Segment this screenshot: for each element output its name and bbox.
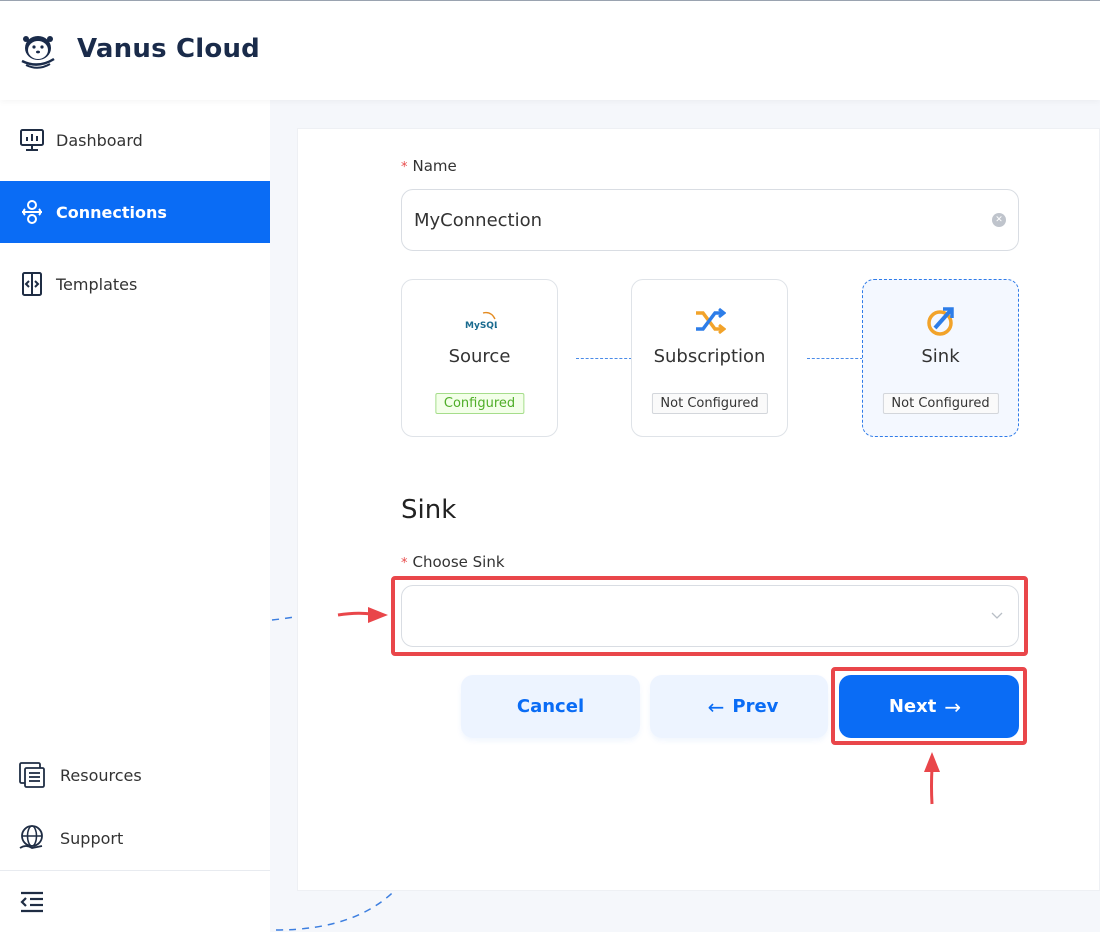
connections-icon xyxy=(18,198,46,226)
arrow-right-icon: → xyxy=(944,694,962,719)
status-badge: Configured xyxy=(434,393,525,414)
arrow-left-icon: ← xyxy=(707,694,725,719)
required-asterisk: * xyxy=(401,556,408,571)
status-badge: Not Configured xyxy=(882,393,999,414)
prev-button[interactable]: ← Prev xyxy=(650,675,828,738)
globe-hand-icon xyxy=(18,824,46,852)
step-card-subscription[interactable]: Subscription Not Configured xyxy=(631,279,788,437)
step-title: Source xyxy=(448,346,511,367)
name-input[interactable] xyxy=(402,190,962,250)
required-asterisk: * xyxy=(401,160,408,175)
sidebar-divider xyxy=(0,870,270,871)
annotation-arrow-right xyxy=(337,607,388,623)
sidebar-item-label: Support xyxy=(60,828,124,848)
choose-sink-select[interactable] xyxy=(401,585,1019,647)
sidebar-item-connections[interactable]: Connections xyxy=(0,181,270,243)
annotation-arrow-up xyxy=(924,752,940,805)
resources-icon xyxy=(18,761,46,789)
sidebar-item-dashboard[interactable]: Dashboard xyxy=(0,109,270,171)
monitor-chart-icon xyxy=(18,126,46,154)
sidebar-item-resources[interactable]: Resources xyxy=(0,744,270,806)
sidebar-item-label: Connections xyxy=(56,202,167,222)
step-card-sink[interactable]: Sink Not Configured xyxy=(862,279,1019,437)
step-title: Subscription xyxy=(653,346,766,367)
cancel-button[interactable]: Cancel xyxy=(461,675,640,738)
code-file-icon xyxy=(18,270,46,298)
sink-icon xyxy=(924,306,958,336)
menu-collapse-icon[interactable] xyxy=(18,888,46,916)
otter-logo[interactable] xyxy=(18,33,58,69)
section-title: Sink xyxy=(401,495,457,525)
sidebar-item-templates[interactable]: Templates xyxy=(0,253,270,315)
sidebar-item-label: Templates xyxy=(56,274,138,294)
name-label: * Name xyxy=(401,157,457,175)
sidebar-item-label: Resources xyxy=(60,765,142,785)
svg-text:MySQL: MySQL xyxy=(465,321,497,331)
step-connector xyxy=(807,358,863,359)
sidebar: Dashboard Connections Templates Resource… xyxy=(0,100,270,932)
name-field[interactable]: ✕ xyxy=(401,189,1019,251)
step-card-source[interactable]: MySQL Source Configured xyxy=(401,279,558,437)
status-badge: Not Configured xyxy=(651,393,768,414)
shuffle-icon xyxy=(693,306,727,336)
mysql-icon: MySQL xyxy=(463,306,497,336)
sidebar-item-support[interactable]: Support xyxy=(0,807,270,869)
next-button[interactable]: Next → xyxy=(839,675,1019,738)
app-header: Vanus Cloud xyxy=(0,0,1100,100)
brand-title: Vanus Cloud xyxy=(77,34,260,64)
step-title: Sink xyxy=(921,346,960,367)
chevron-down-icon xyxy=(991,612,1003,619)
choose-sink-label: * Choose Sink xyxy=(401,553,505,571)
clear-icon[interactable]: ✕ xyxy=(992,213,1006,227)
step-connector xyxy=(576,358,632,359)
sidebar-item-label: Dashboard xyxy=(56,130,143,150)
